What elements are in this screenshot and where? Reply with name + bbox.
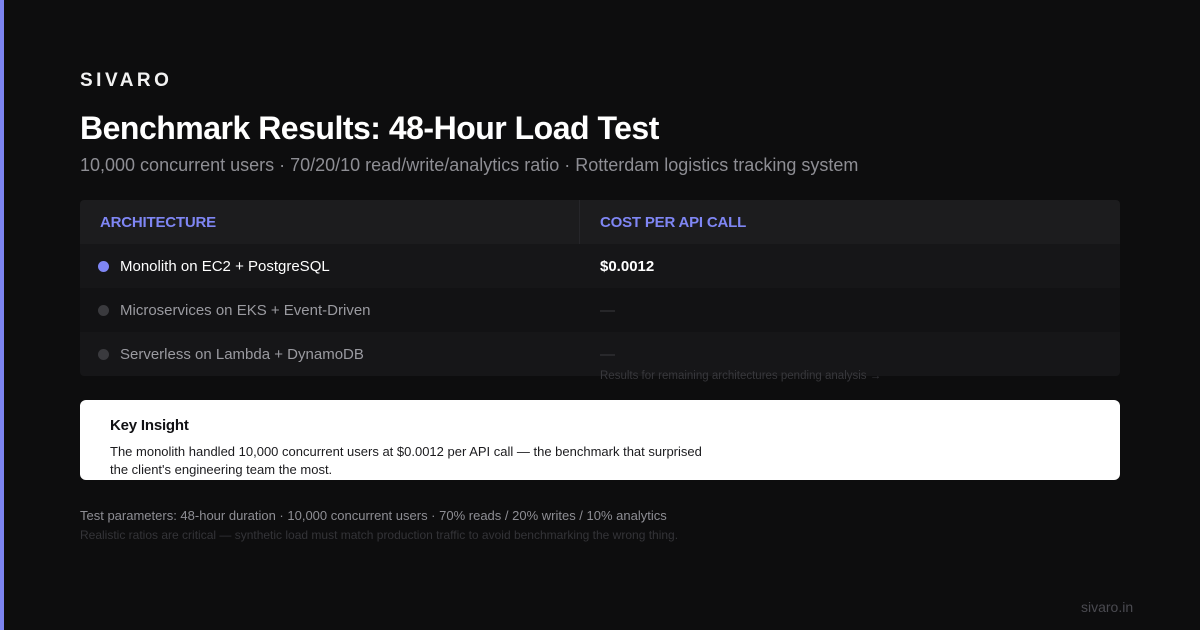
key-insight-card: Key Insight The monolith handled 10,000 … <box>80 400 1120 480</box>
test-parameters: Test parameters: 48-hour duration · 10,0… <box>80 508 667 523</box>
architecture-name: Serverless on Lambda + DynamoDB <box>120 345 364 363</box>
column-header-architecture: ARCHITECTURE <box>80 200 580 244</box>
cost-cell: — <box>600 301 615 319</box>
parameters-note: Realistic ratios are critical — syntheti… <box>80 528 679 542</box>
status-dot-icon <box>98 304 109 316</box>
page-subtitle: 10,000 concurrent users · 70/20/10 read/… <box>80 155 859 175</box>
table-row: Microservices on EKS + Event-Driven — <box>80 288 1120 332</box>
results-table: ARCHITECTURE COST PER API CALL Monolith … <box>80 200 1120 376</box>
status-dot-icon <box>98 348 109 360</box>
insight-title: Key Insight <box>110 417 189 434</box>
architecture-name: Microservices on EKS + Event-Driven <box>120 301 371 319</box>
page-title: Benchmark Results: 48-Hour Load Test <box>80 110 659 146</box>
column-header-cost: COST PER API CALL <box>600 213 747 231</box>
cost-cell: $0.0012 <box>600 257 655 275</box>
slide: SIVARO Benchmark Results: 48-Hour Load T… <box>0 0 1200 630</box>
architecture-cell: Monolith on EC2 + PostgreSQL <box>80 244 580 288</box>
architecture-name: Monolith on EC2 + PostgreSQL <box>120 257 330 275</box>
status-dot-icon <box>98 260 109 272</box>
site-link[interactable]: sivaro.in <box>1081 599 1133 615</box>
brand-logo: SIVARO <box>80 70 173 91</box>
pending-note: Results for remaining architectures pend… <box>600 370 882 382</box>
table-row: Monolith on EC2 + PostgreSQL $0.0012 <box>80 244 1120 288</box>
insight-body: The monolith handled 10,000 concurrent u… <box>110 444 702 477</box>
architecture-cell: Microservices on EKS + Event-Driven <box>80 288 580 332</box>
architecture-cell: Serverless on Lambda + DynamoDB <box>80 332 580 376</box>
table-header: ARCHITECTURE COST PER API CALL <box>80 200 1120 244</box>
accent-bar <box>0 0 4 630</box>
